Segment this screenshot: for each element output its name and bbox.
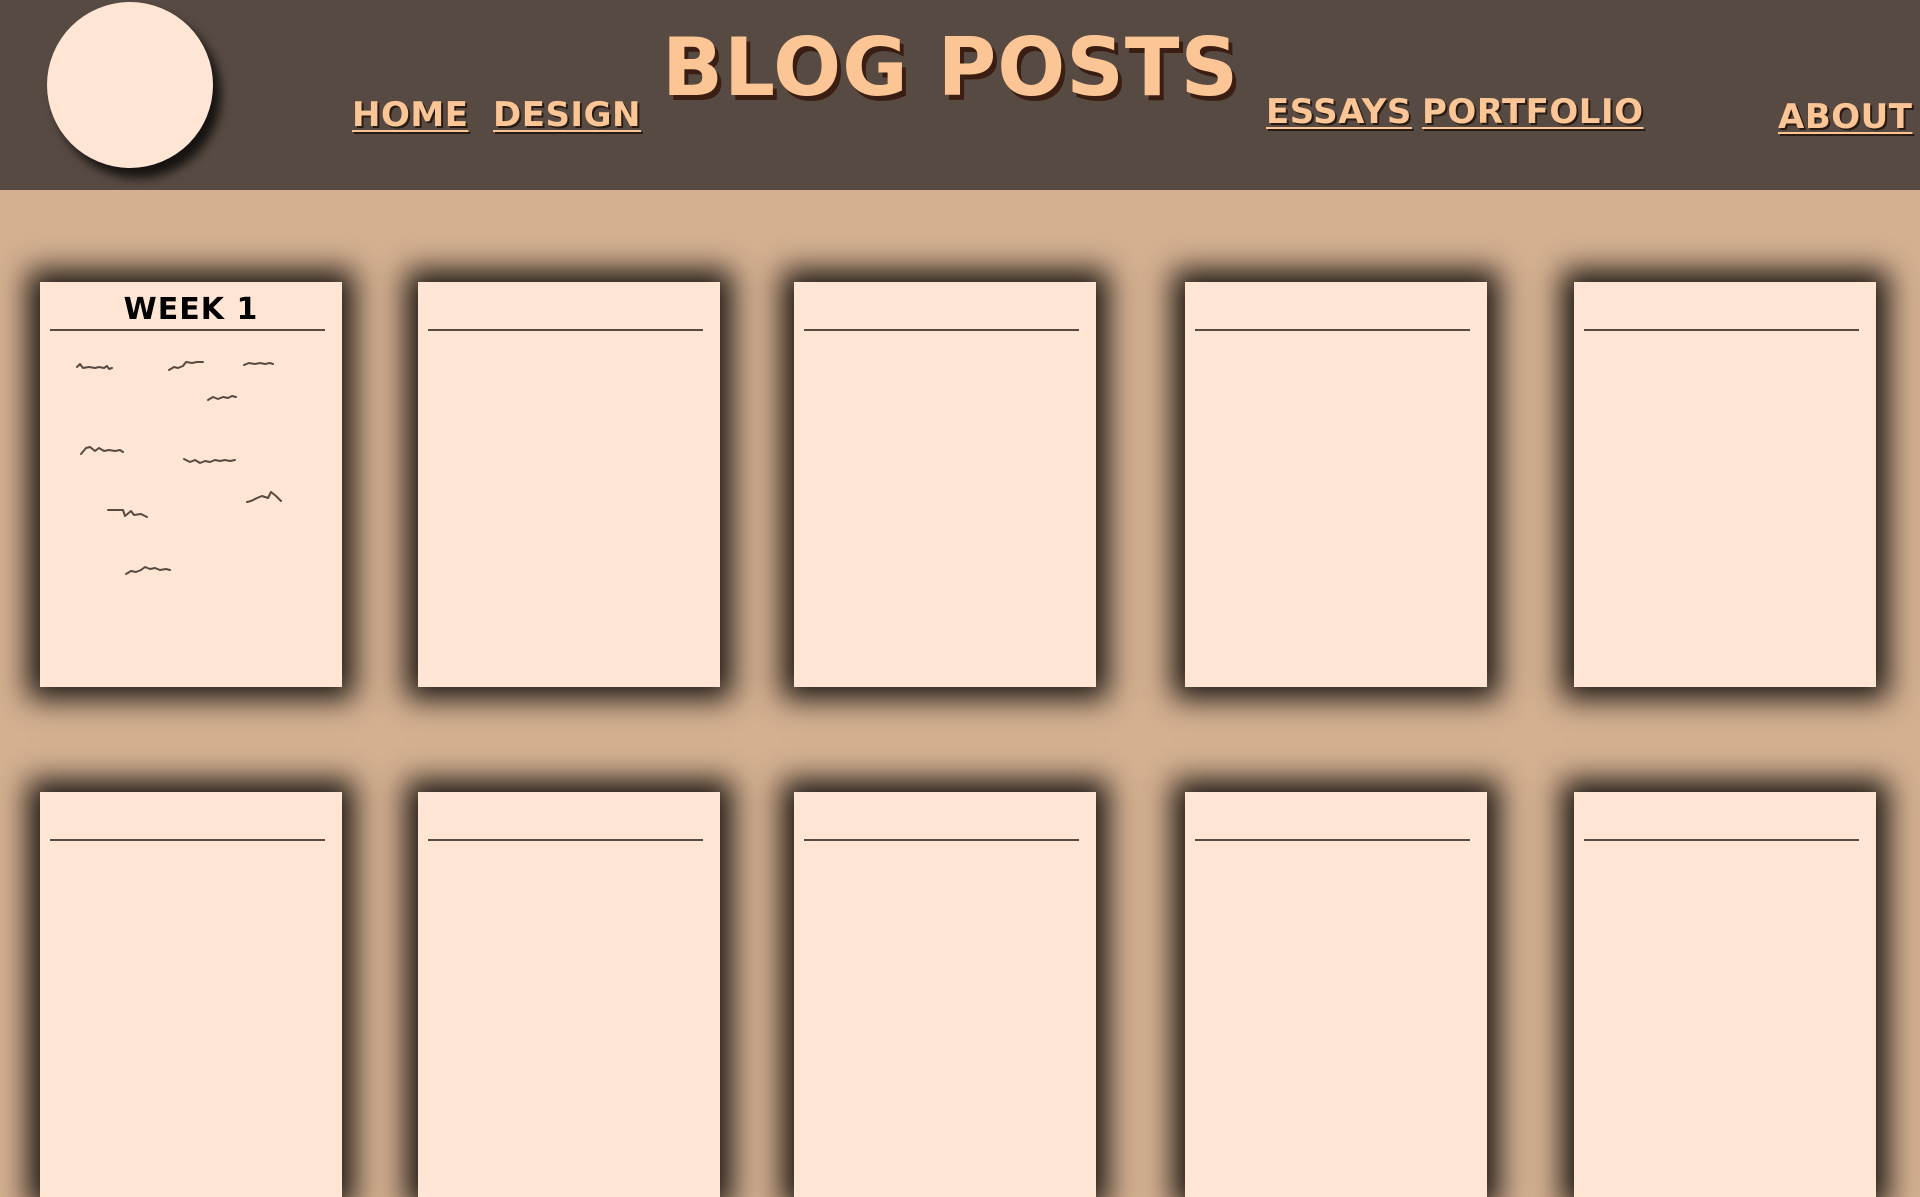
post-card-title: [418, 802, 720, 838]
card-divider: [428, 329, 703, 331]
card-divider: [1195, 329, 1470, 331]
card-divider: [428, 839, 703, 841]
post-card-title: [794, 802, 1096, 838]
card-divider: [1584, 839, 1859, 841]
page-title: BLOG POSTS: [662, 21, 1240, 114]
post-card[interactable]: [794, 792, 1096, 1197]
post-card-title: [1574, 802, 1876, 838]
post-card[interactable]: [418, 282, 720, 687]
post-card[interactable]: [1574, 792, 1876, 1197]
post-card-week-1[interactable]: WEEK 1: [40, 282, 342, 687]
post-card-title: [1185, 292, 1487, 328]
post-card-title: [794, 292, 1096, 328]
post-card[interactable]: [1185, 792, 1487, 1197]
card-divider: [1584, 329, 1859, 331]
post-card[interactable]: [1574, 282, 1876, 687]
post-card-title: [1185, 802, 1487, 838]
card-divider: [1195, 839, 1470, 841]
post-card[interactable]: [794, 282, 1096, 687]
nav-home-link[interactable]: HOME: [352, 95, 468, 135]
post-card[interactable]: [40, 792, 342, 1197]
handwriting-scribble-icon: [76, 361, 282, 575]
nav-design-link[interactable]: DESIGN: [493, 95, 641, 135]
site-header: HOME DESIGN BLOG POSTS ESSAYS PORTFOLIO …: [0, 0, 1920, 190]
post-card[interactable]: [418, 792, 720, 1197]
post-card-title: [40, 802, 342, 838]
nav-about-link[interactable]: ABOUT: [1778, 97, 1912, 137]
post-card-title: [418, 292, 720, 328]
post-card-title: [1574, 292, 1876, 328]
post-card[interactable]: [1185, 282, 1487, 687]
card-divider: [804, 839, 1079, 841]
nav-essays-link[interactable]: ESSAYS: [1266, 92, 1412, 132]
card-divider: [804, 329, 1079, 331]
logo-circle[interactable]: [47, 2, 213, 168]
card-divider: [50, 839, 325, 841]
nav-portfolio-link[interactable]: PORTFOLIO: [1422, 92, 1644, 132]
